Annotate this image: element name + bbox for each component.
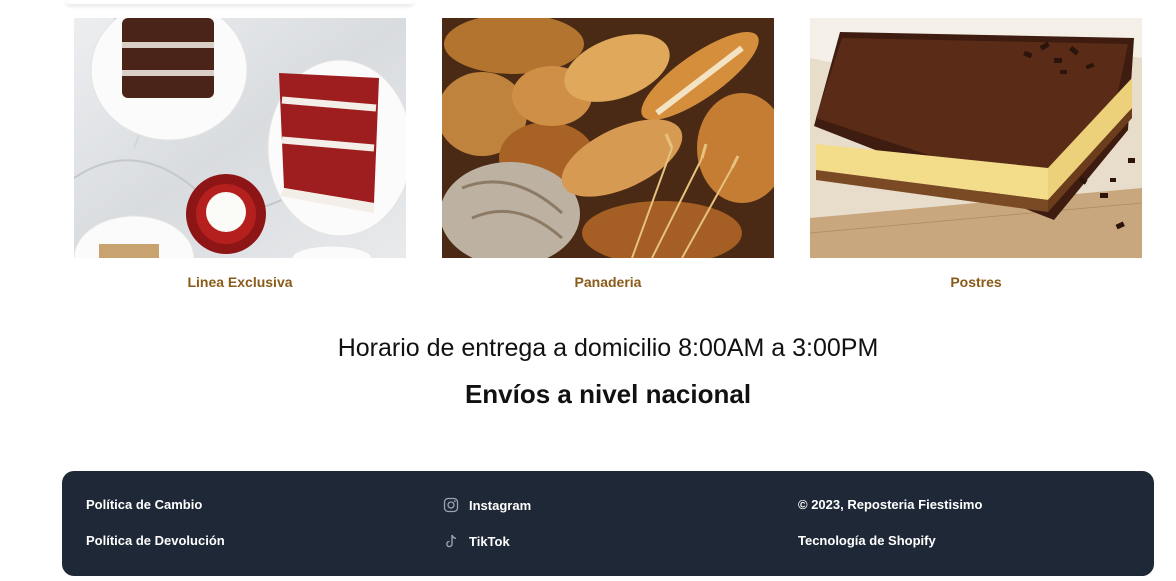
copyright-text: © 2023, Reposteria Fiestisimo [798,497,983,512]
instagram-link[interactable]: Instagram [443,497,531,513]
instagram-icon [443,497,459,513]
red-velvet-cake-image [74,18,406,258]
collection-label[interactable]: Linea Exclusiva [74,274,406,290]
site-footer: Política de Cambio Política de Devolució… [62,471,1154,576]
instagram-label: Instagram [469,497,532,513]
tiktok-label: TikTok [469,533,510,549]
collection-label[interactable]: Panaderia [442,274,774,290]
return-policy-link[interactable]: Política de Devolución [86,533,225,548]
exchange-policy-link[interactable]: Política de Cambio [86,497,202,512]
tiktok-icon [443,533,459,549]
delivery-hours-text: Horario de entrega a domicilio 8:00AM a … [337,334,879,362]
shopify-link[interactable]: Tecnología de Shopify [798,533,936,548]
previous-section-edge [66,0,414,4]
collection-card-panaderia[interactable]: Panaderia [442,18,774,290]
collection-card-linea-exclusiva[interactable]: Linea Exclusiva [74,18,406,290]
collection-label[interactable]: Postres [810,274,1142,290]
tiktok-link[interactable]: TikTok [443,533,510,549]
collection-card-postres[interactable]: Postres [810,18,1142,290]
bread-loaves-image [442,18,774,258]
chocolate-custard-dessert-image [810,18,1142,258]
national-shipping-text: Envíos a nivel nacional [464,379,752,409]
